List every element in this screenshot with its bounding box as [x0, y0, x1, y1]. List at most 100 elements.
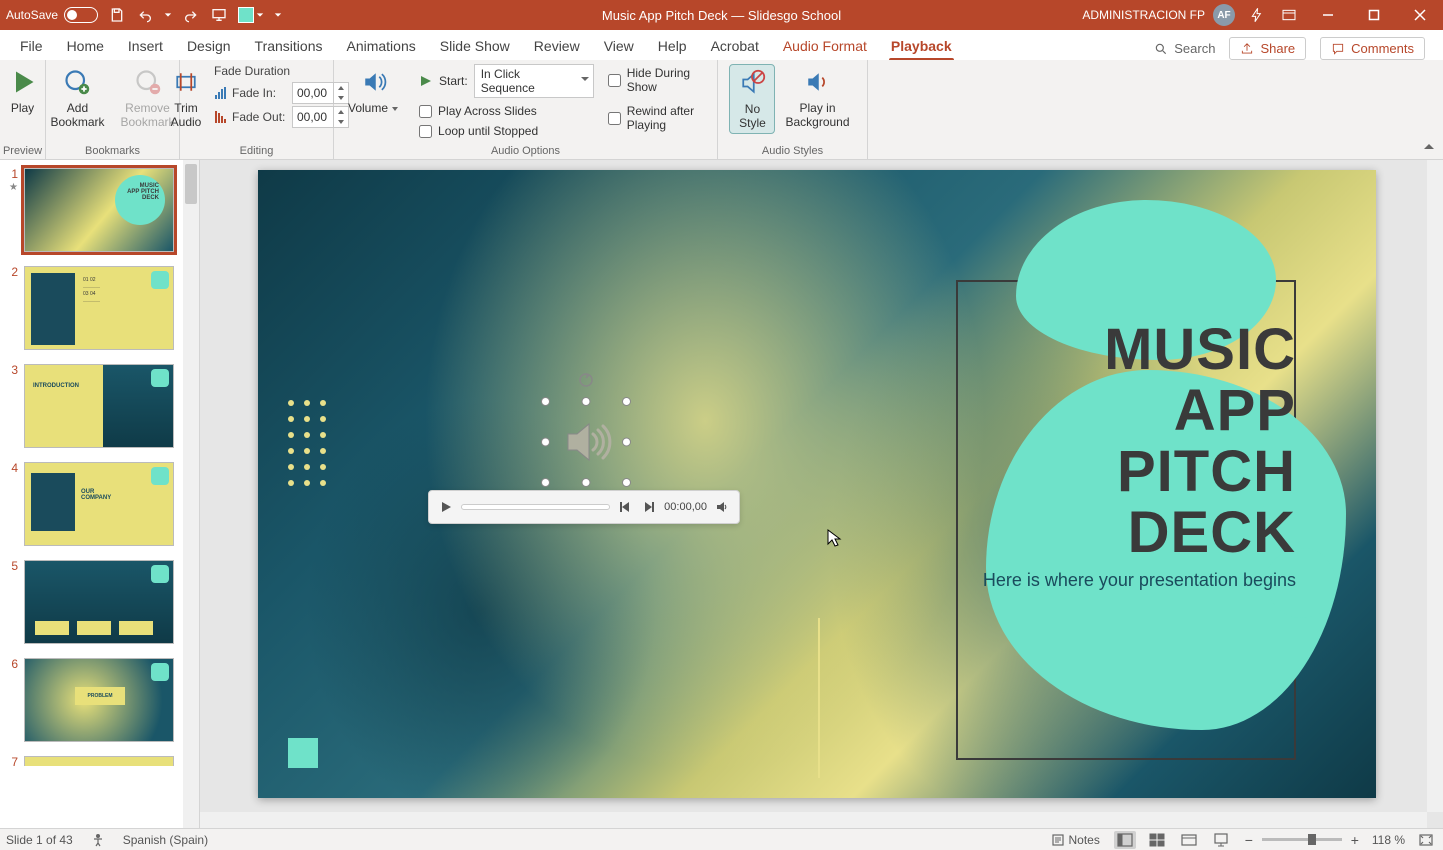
slide-thumbnail-6[interactable]: 6 PROBLEM [4, 658, 180, 742]
normal-view-button[interactable] [1114, 831, 1136, 849]
editor-vertical-scrollbar[interactable] [1427, 160, 1443, 812]
zoom-track[interactable] [1262, 838, 1342, 841]
color-well-icon [238, 7, 254, 23]
save-icon[interactable] [108, 6, 126, 24]
avatar: AF [1213, 4, 1235, 26]
fade-out-input[interactable] [293, 108, 333, 126]
slide-canvas[interactable]: MUSIC APP PITCH DECK Here is where your … [258, 170, 1376, 798]
tab-insert[interactable]: Insert [116, 32, 175, 60]
notes-button[interactable]: Notes [1047, 833, 1104, 847]
slide-thumbnail-2[interactable]: 2 01 02────────03 04──────── [4, 266, 180, 350]
resize-handle[interactable] [622, 397, 631, 406]
player-volume-icon[interactable] [713, 498, 731, 516]
slide-thumbnail-5[interactable]: 5 [4, 560, 180, 644]
close-button[interactable] [1403, 0, 1437, 30]
zoom-out-button[interactable]: − [1242, 833, 1256, 847]
loop-until-stopped-checkbox[interactable]: Loop until Stopped [419, 124, 594, 138]
present-from-beginning-icon[interactable] [210, 6, 228, 24]
customize-qat-icon[interactable] [274, 11, 282, 19]
resize-handle[interactable] [582, 397, 591, 406]
tab-design[interactable]: Design [175, 32, 243, 60]
redo-icon[interactable] [182, 6, 200, 24]
slide-thumbnail-1[interactable]: 1★ MUSICAPP PITCHDECK [4, 168, 180, 252]
resize-handle[interactable] [541, 397, 550, 406]
collapse-ribbon-icon[interactable] [1421, 139, 1437, 155]
group-audio-options: Volume Start: In Click Sequence Play Acr… [334, 60, 718, 159]
resize-handle[interactable] [622, 438, 631, 447]
player-skip-back-icon[interactable] [616, 498, 634, 516]
tab-animations[interactable]: Animations [334, 32, 427, 60]
slide-thumbnail-7[interactable]: 7 [4, 756, 180, 766]
autosave-toggle[interactable]: AutoSave [6, 7, 98, 23]
audio-object[interactable] [546, 402, 626, 482]
tab-slideshow[interactable]: Slide Show [428, 32, 522, 60]
hide-during-show-checkbox[interactable]: Hide During Show [608, 66, 709, 94]
play-across-slides-checkbox[interactable]: Play Across Slides [419, 104, 594, 118]
add-bookmark-button[interactable]: Add Bookmark [44, 64, 110, 132]
statusbar: Slide 1 of 43 Spanish (Spain) Notes − + … [0, 828, 1443, 850]
zoom-slider[interactable]: − + [1242, 833, 1362, 847]
tab-home[interactable]: Home [55, 32, 116, 60]
slide-position[interactable]: Slide 1 of 43 [6, 833, 73, 847]
fit-to-window-button[interactable] [1415, 831, 1437, 849]
editor-horizontal-scrollbar[interactable] [200, 812, 1427, 828]
resize-handle[interactable] [622, 478, 631, 487]
player-seek-track[interactable] [461, 504, 610, 510]
play-in-background-button[interactable]: Play in Background [779, 64, 855, 134]
volume-button[interactable]: Volume [342, 64, 405, 118]
accessibility-icon [91, 833, 105, 847]
trim-audio-label: Trim Audio [171, 102, 202, 130]
tab-transitions[interactable]: Transitions [243, 32, 335, 60]
share-button[interactable]: Share [1229, 37, 1306, 60]
search-icon [1154, 42, 1168, 56]
account-button[interactable]: ADMINISTRACION FP AF [1082, 4, 1235, 26]
resize-handle[interactable] [541, 478, 550, 487]
slide-title[interactable]: MUSIC APP PITCH DECK [996, 320, 1296, 564]
slide-subtitle[interactable]: Here is where your presentation begins [976, 570, 1296, 591]
slideshow-view-button[interactable] [1210, 831, 1232, 849]
reading-view-button[interactable] [1178, 831, 1200, 849]
start-select[interactable]: In Click Sequence [474, 64, 594, 98]
tab-audio-format[interactable]: Audio Format [771, 32, 879, 60]
undo-icon[interactable] [136, 6, 154, 24]
thumbnails-scrollbar[interactable] [183, 160, 199, 828]
player-play-icon[interactable] [437, 498, 455, 516]
resize-handle[interactable] [541, 438, 550, 447]
color-dropdown-icon[interactable] [256, 11, 264, 19]
resize-handle[interactable] [582, 478, 591, 487]
tab-help[interactable]: Help [646, 32, 699, 60]
comments-button[interactable]: Comments [1320, 37, 1425, 60]
notes-icon [1051, 833, 1065, 847]
undo-dropdown-icon[interactable] [164, 11, 172, 19]
coming-soon-icon[interactable] [1247, 5, 1267, 25]
play-button[interactable]: Play [1, 64, 45, 118]
tab-acrobat[interactable]: Acrobat [699, 32, 771, 60]
tab-review[interactable]: Review [522, 32, 592, 60]
minimize-button[interactable] [1311, 0, 1345, 30]
zoom-in-button[interactable]: + [1348, 833, 1362, 847]
accessibility-checker-button[interactable] [87, 833, 109, 847]
search-input[interactable]: Search [1154, 41, 1215, 56]
play-in-background-icon [801, 66, 833, 98]
zoom-percent[interactable]: 118 % [1372, 833, 1405, 847]
ribbon-display-options-icon[interactable] [1279, 5, 1299, 25]
no-style-button[interactable]: No Style [729, 64, 775, 134]
tab-playback[interactable]: Playback [879, 32, 964, 60]
autosave-switch[interactable] [64, 7, 98, 23]
fade-in-input[interactable] [293, 84, 333, 102]
slide-thumbnail-4[interactable]: 4 OURCOMPANY [4, 462, 180, 546]
slide-thumbnail-3[interactable]: 3 INTRODUCTION [4, 364, 180, 448]
language-label[interactable]: Spanish (Spain) [123, 833, 208, 847]
trim-audio-button[interactable]: Trim Audio [164, 64, 208, 132]
player-skip-forward-icon[interactable] [640, 498, 658, 516]
maximize-button[interactable] [1357, 0, 1391, 30]
slide-editor[interactable]: MUSIC APP PITCH DECK Here is where your … [200, 160, 1443, 828]
rotate-handle-icon[interactable] [578, 372, 594, 388]
rewind-after-playing-checkbox[interactable]: Rewind after Playing [608, 104, 709, 132]
chevron-down-icon [391, 106, 399, 112]
audio-player-bar[interactable]: 00:00,00 [428, 490, 740, 524]
tab-file[interactable]: File [8, 32, 55, 60]
shape-fill-quick[interactable] [238, 7, 264, 23]
tab-view[interactable]: View [592, 32, 646, 60]
slide-sorter-view-button[interactable] [1146, 831, 1168, 849]
